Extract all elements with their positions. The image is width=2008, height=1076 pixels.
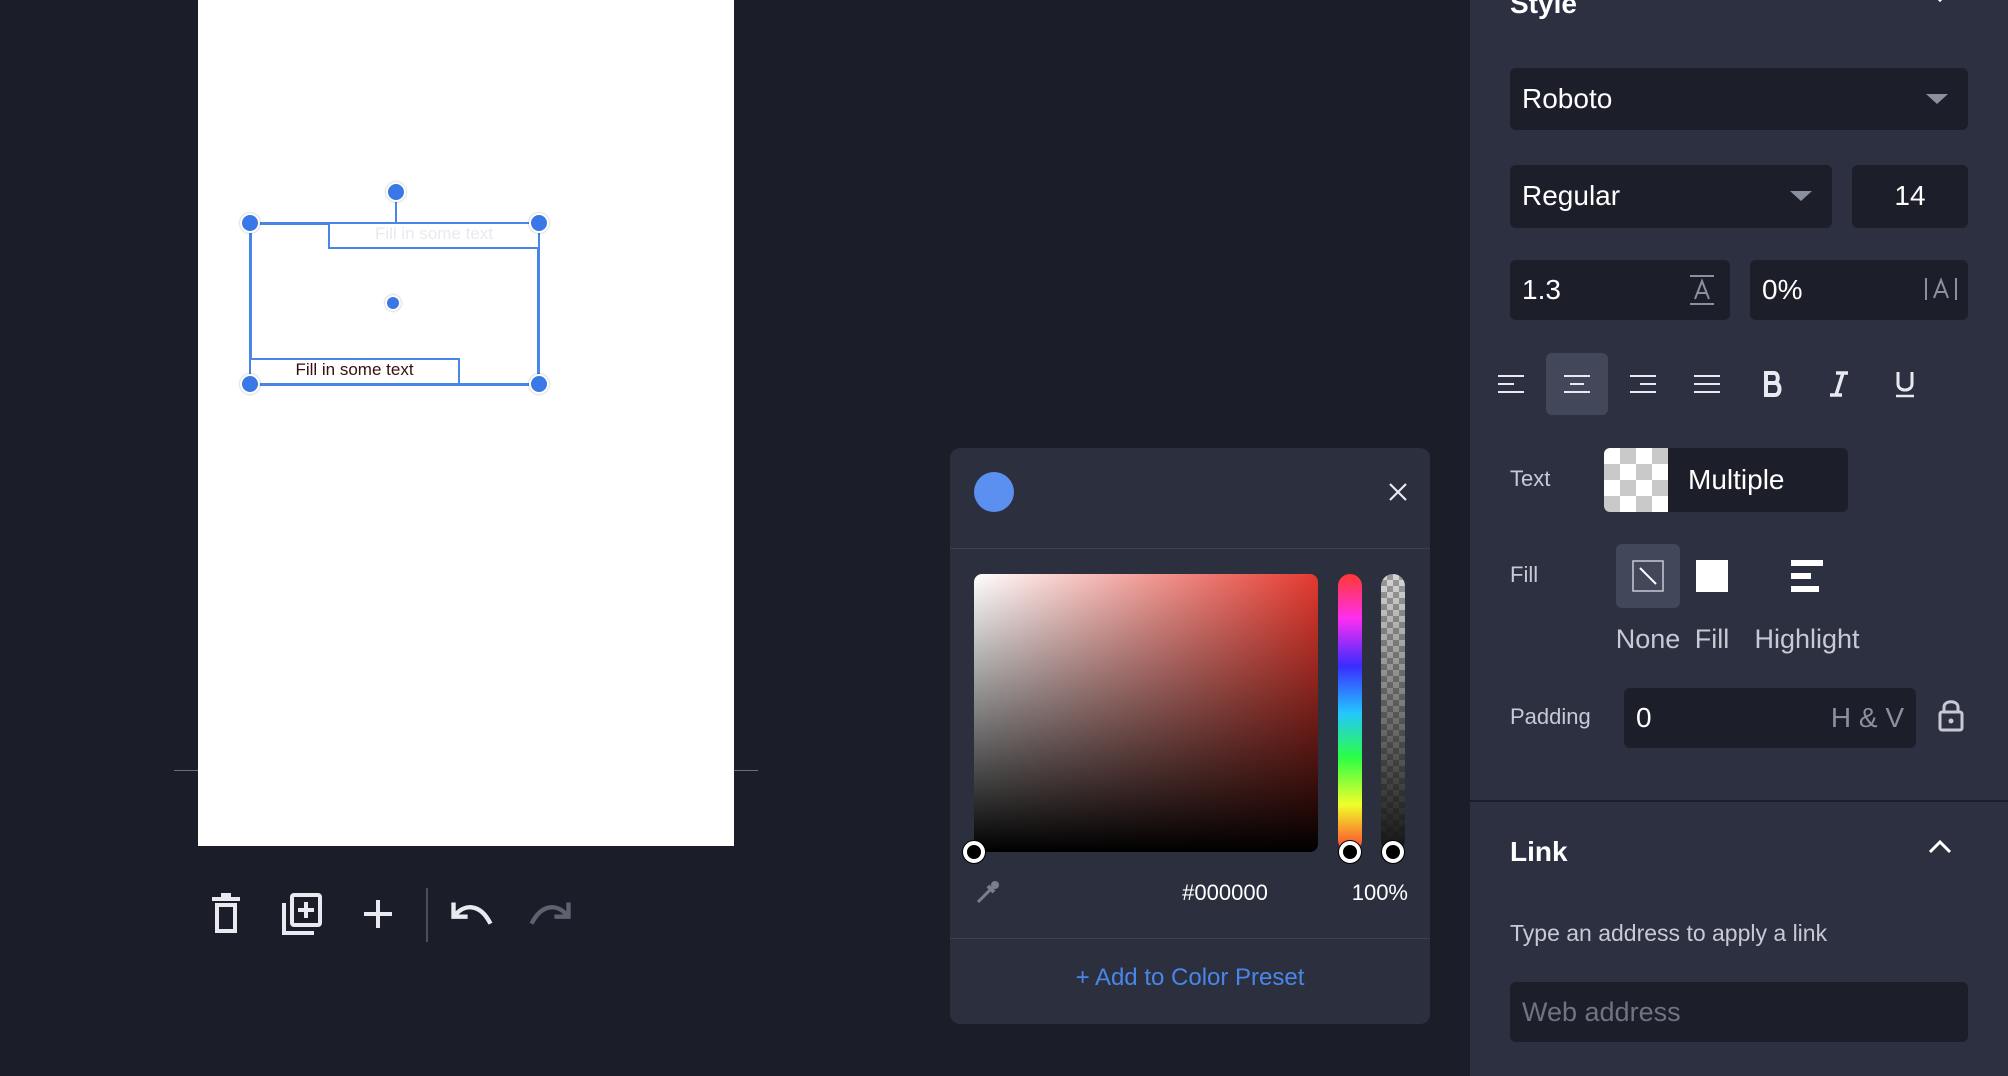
padding-lock-button[interactable] xyxy=(1938,698,1972,738)
align-justify-button[interactable] xyxy=(1676,353,1738,415)
chevron-down-icon xyxy=(1790,191,1812,201)
close-icon xyxy=(1937,0,1943,3)
picker-separator-bottom xyxy=(950,938,1430,939)
align-center-button[interactable] xyxy=(1546,353,1608,415)
text-color-value: Multiple xyxy=(1688,464,1785,495)
line-height-value: 1.3 xyxy=(1522,274,1561,305)
fill-highlight-option[interactable] xyxy=(1775,544,1839,608)
highlight-fill-icon xyxy=(1791,560,1823,592)
padding-suffix: H & V xyxy=(1830,702,1904,733)
resize-handle-top-left[interactable] xyxy=(240,213,260,233)
properties-panel: Style Roboto Regular 14 1.3 0% Text Mult… xyxy=(1470,0,2008,1076)
eyedropper-button[interactable] xyxy=(974,878,1004,908)
font-weight-select[interactable]: Regular xyxy=(1510,165,1832,228)
text-box-bottom[interactable]: Fill in some text xyxy=(249,358,460,385)
resize-handle-bottom-left[interactable] xyxy=(240,374,260,394)
delete-button[interactable] xyxy=(204,892,248,936)
center-handle[interactable] xyxy=(385,295,401,311)
color-picker-popup: #000000 100% + Add to Color Preset xyxy=(950,448,1430,1024)
align-right-icon xyxy=(1630,375,1656,393)
alpha-value[interactable]: 100% xyxy=(1318,880,1408,906)
font-family-value: Roboto xyxy=(1522,83,1613,114)
duplicate-page-icon xyxy=(282,893,322,935)
collapse-style-button[interactable] xyxy=(1926,0,1956,14)
font-size-value: 14 xyxy=(1894,180,1926,211)
letter-spacing-input[interactable]: 0% xyxy=(1750,260,1968,320)
italic-icon xyxy=(1830,371,1848,397)
add-color-preset-button[interactable]: + Add to Color Preset xyxy=(950,964,1430,992)
padding-input[interactable]: 0 H & V xyxy=(1624,688,1916,748)
chevron-down-icon xyxy=(1926,94,1948,104)
align-left-icon xyxy=(1498,375,1524,393)
rotate-handle[interactable] xyxy=(386,182,406,202)
redo-button[interactable] xyxy=(528,892,572,936)
fill-solid-label: Fill xyxy=(1694,624,1730,654)
hue-thumb[interactable] xyxy=(1339,841,1361,863)
saturation-value-thumb[interactable] xyxy=(963,841,985,863)
fill-highlight-label: Highlight xyxy=(1754,624,1860,654)
bold-button[interactable] xyxy=(1742,353,1804,415)
italic-button[interactable] xyxy=(1808,353,1870,415)
letter-spacing-value: 0% xyxy=(1762,274,1803,305)
style-section-title: Style xyxy=(1510,0,1577,19)
line-height-icon xyxy=(1690,275,1714,305)
saturation-value-area[interactable] xyxy=(974,574,1318,852)
underline-icon xyxy=(1896,372,1914,398)
chevron-up-icon xyxy=(1928,839,1952,854)
alpha-slider[interactable] xyxy=(1381,574,1405,852)
web-address-input[interactable] xyxy=(1510,982,1968,1042)
fill-none-option[interactable] xyxy=(1616,544,1680,608)
add-icon xyxy=(364,900,392,928)
duplicate-page-button[interactable] xyxy=(280,892,324,936)
fill-label: Fill xyxy=(1510,562,1539,587)
padding-label: Padding xyxy=(1510,704,1591,729)
align-left-button[interactable] xyxy=(1480,353,1542,415)
close-picker-button[interactable] xyxy=(1382,476,1414,508)
resize-handle-bottom-right[interactable] xyxy=(529,374,549,394)
link-section-title: Link xyxy=(1510,836,1568,867)
eyedropper-icon xyxy=(976,881,999,904)
close-icon xyxy=(1389,483,1407,501)
undo-button[interactable] xyxy=(450,892,494,936)
text-color-button[interactable]: Multiple xyxy=(1604,448,1848,512)
add-button[interactable] xyxy=(356,892,400,936)
font-size-input[interactable]: 14 xyxy=(1852,165,1968,228)
padding-value: 0 xyxy=(1636,702,1652,733)
toolbar-divider xyxy=(426,888,428,942)
align-justify-icon xyxy=(1694,375,1720,393)
bold-icon xyxy=(1764,371,1782,397)
alpha-thumb[interactable] xyxy=(1382,841,1404,863)
undo-icon xyxy=(451,902,493,925)
no-fill-icon xyxy=(1632,560,1664,592)
current-color-swatch xyxy=(974,472,1014,512)
redo-icon xyxy=(529,902,571,925)
fill-solid-option[interactable] xyxy=(1680,544,1744,608)
text-color-label: Text xyxy=(1510,466,1551,491)
collapse-link-button[interactable] xyxy=(1926,838,1956,862)
solid-fill-icon xyxy=(1696,560,1728,592)
font-weight-value: Regular xyxy=(1522,180,1621,211)
hue-slider[interactable] xyxy=(1338,574,1362,852)
delete-icon xyxy=(212,893,240,933)
hex-value[interactable]: #000000 xyxy=(1120,880,1330,906)
text-box-top[interactable]: Fill in some text xyxy=(328,222,540,249)
section-divider xyxy=(1470,800,2008,802)
link-hint: Type an address to apply a link xyxy=(1510,920,1828,946)
align-right-button[interactable] xyxy=(1612,353,1674,415)
guide-cover xyxy=(198,770,734,771)
line-height-input[interactable]: 1.3 xyxy=(1510,260,1730,320)
font-family-select[interactable]: Roboto xyxy=(1510,68,1968,130)
transparent-swatch-icon xyxy=(1604,448,1668,512)
underline-button[interactable] xyxy=(1874,353,1936,415)
resize-handle-top-right[interactable] xyxy=(529,213,549,233)
canvas-page[interactable] xyxy=(198,0,734,846)
letter-spacing-icon xyxy=(1925,277,1957,300)
lock-icon xyxy=(1938,700,1964,732)
align-center-icon xyxy=(1564,375,1590,393)
picker-separator xyxy=(950,548,1430,549)
